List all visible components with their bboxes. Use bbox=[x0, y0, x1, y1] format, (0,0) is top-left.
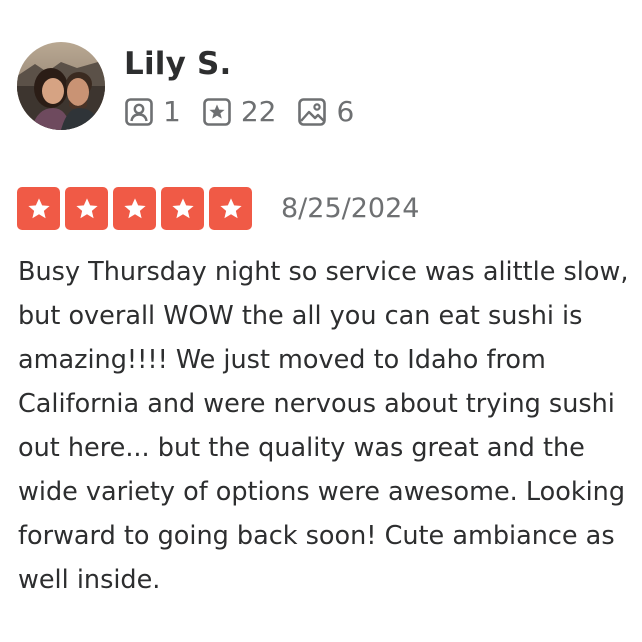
review-text: Busy Thursday night so service was alitt… bbox=[18, 257, 629, 595]
avatar[interactable] bbox=[17, 42, 105, 130]
star-icon bbox=[171, 197, 194, 218]
reviews-count-value: 22 bbox=[240, 95, 277, 128]
reviewer-stats: 1 22 6 bbox=[124, 95, 375, 129]
friends-icon bbox=[124, 97, 154, 127]
photos-count-value: 6 bbox=[336, 95, 355, 128]
review-star-icon bbox=[202, 97, 232, 127]
star-icon bbox=[27, 197, 50, 218]
photo-icon bbox=[297, 97, 327, 127]
star-rating bbox=[17, 187, 257, 230]
rating-star bbox=[65, 187, 108, 230]
review-card: Lily S. 1 22 6 8/25/2024 Busy Thursday n… bbox=[0, 0, 642, 642]
star-icon bbox=[219, 197, 242, 218]
rating-star bbox=[17, 187, 60, 230]
rating-star bbox=[209, 187, 252, 230]
reviews-count: 22 bbox=[202, 95, 277, 129]
star-icon bbox=[75, 197, 98, 218]
review-date: 8/25/2024 bbox=[281, 193, 420, 224]
friends-count-value: 1 bbox=[163, 95, 181, 128]
rating-star bbox=[113, 187, 156, 230]
photos-count: 6 bbox=[297, 95, 354, 129]
friends-count: 1 bbox=[124, 95, 181, 129]
reviewer-name[interactable]: Lily S. bbox=[124, 44, 232, 84]
star-icon bbox=[123, 197, 146, 218]
rating-star bbox=[161, 187, 204, 230]
